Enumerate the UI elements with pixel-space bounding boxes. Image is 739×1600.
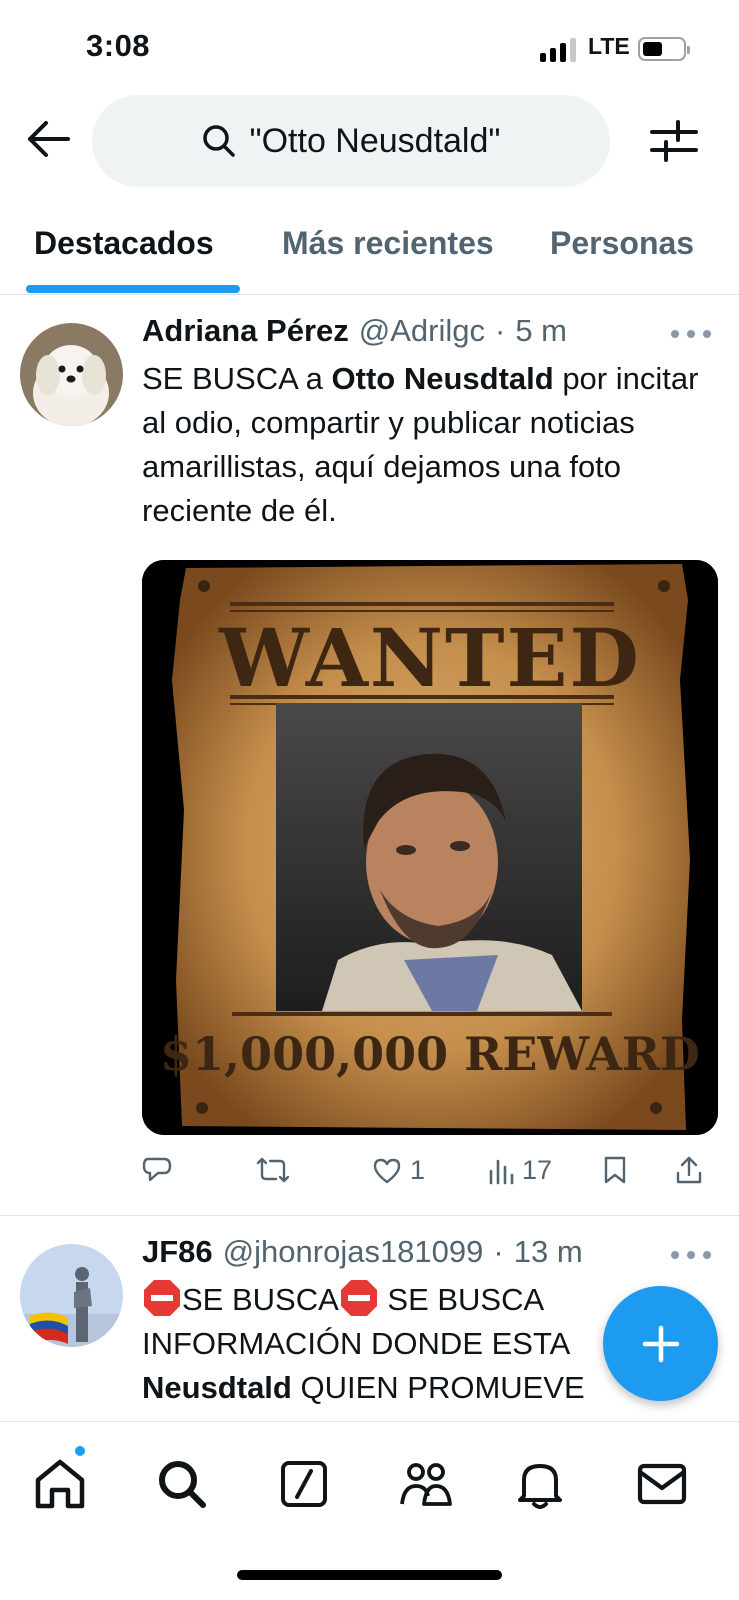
tweet-header: JF86 @jhonrojas181099 · 13 m bbox=[142, 1234, 583, 1270]
author-handle[interactable]: @jhonrojas181099 bbox=[223, 1234, 484, 1270]
tweet-time: 13 m bbox=[513, 1234, 583, 1269]
reply-button[interactable] bbox=[142, 1155, 172, 1185]
nav-messages[interactable] bbox=[632, 1454, 692, 1514]
search-icon bbox=[202, 125, 235, 157]
share-button[interactable] bbox=[674, 1155, 704, 1185]
more-dots-icon bbox=[671, 330, 679, 338]
bookmark-button[interactable] bbox=[602, 1155, 628, 1185]
home-notification-dot bbox=[73, 1444, 87, 1458]
back-button[interactable] bbox=[24, 115, 72, 163]
search-tabs: Destacados Más recientes Personas bbox=[0, 205, 739, 295]
tab-destacados[interactable]: Destacados bbox=[34, 225, 214, 262]
nav-grok[interactable] bbox=[274, 1454, 334, 1514]
like-count: 1 bbox=[410, 1155, 426, 1185]
tweet-actions: 1 17 bbox=[142, 1155, 732, 1195]
search-header: "Otto Neusdtald" bbox=[0, 90, 739, 190]
separator: · bbox=[495, 313, 506, 348]
more-dots-icon bbox=[671, 1251, 679, 1259]
nav-home[interactable] bbox=[30, 1454, 90, 1514]
view-count: 17 bbox=[522, 1155, 553, 1185]
tab-mas-recientes[interactable]: Más recientes bbox=[282, 225, 494, 262]
highlighted-term: Otto Neusdtald bbox=[331, 361, 554, 396]
tweet-time: 5 m bbox=[515, 313, 568, 348]
bottom-navigation bbox=[0, 1421, 739, 1600]
tweet[interactable]: Adriana Pérez @Adrilgc · 5 m SE BUSCA a … bbox=[0, 295, 739, 1215]
arrow-left-icon bbox=[28, 121, 70, 157]
tweet-header: Adriana Pérez @Adrilgc · 5 m bbox=[142, 313, 567, 349]
plus-icon bbox=[642, 1325, 679, 1362]
network-type: LTE bbox=[588, 33, 630, 59]
bookmark-icon bbox=[604, 1156, 626, 1184]
poster-headline: WANTED bbox=[218, 611, 641, 705]
reply-icon bbox=[142, 1157, 172, 1182]
mail-icon bbox=[637, 1463, 687, 1505]
status-time: 3:08 bbox=[86, 28, 151, 63]
search-query: "Otto Neusdtald" bbox=[249, 121, 501, 160]
poster-reward: $1,000,000 REWARD bbox=[160, 1027, 700, 1081]
author-name[interactable]: JF86 bbox=[142, 1234, 213, 1270]
communities-icon bbox=[400, 1463, 452, 1506]
tab-personas[interactable]: Personas bbox=[550, 225, 694, 262]
like-button[interactable]: 1 bbox=[372, 1155, 425, 1186]
tweet-text: SE BUSCA SE BUSCA INFORMACIÓN DONDE ESTA… bbox=[142, 1278, 612, 1421]
avatar[interactable] bbox=[20, 1244, 123, 1347]
separator: · bbox=[493, 1234, 504, 1269]
author-handle[interactable]: @Adrilgc bbox=[359, 313, 485, 349]
share-icon bbox=[676, 1156, 702, 1184]
more-options-button[interactable] bbox=[671, 1251, 711, 1261]
stop-sign-icon bbox=[144, 1280, 180, 1316]
heart-icon bbox=[373, 1158, 401, 1183]
nav-search[interactable] bbox=[152, 1454, 212, 1514]
status-bar: 3:08 LTE bbox=[0, 0, 739, 90]
cellular-signal-icon bbox=[540, 38, 578, 62]
bell-icon bbox=[518, 1464, 562, 1509]
search-icon bbox=[159, 1461, 206, 1508]
retweet-button[interactable] bbox=[256, 1155, 290, 1185]
highlighted-term: Neusdtald bbox=[142, 1370, 292, 1405]
search-input[interactable]: "Otto Neusdtald" bbox=[92, 95, 610, 187]
tweet-text: SE BUSCA a Otto Neusdtald por incitar al… bbox=[142, 361, 699, 528]
grok-icon bbox=[281, 1461, 327, 1507]
search-filter-button[interactable] bbox=[648, 118, 700, 164]
views-button[interactable]: 17 bbox=[488, 1155, 552, 1186]
avatar[interactable] bbox=[20, 323, 123, 426]
home-indicator bbox=[237, 1570, 502, 1580]
active-tab-indicator bbox=[26, 285, 240, 293]
sliders-icon bbox=[650, 120, 698, 162]
author-name[interactable]: Adriana Pérez bbox=[142, 313, 349, 349]
home-icon bbox=[35, 1459, 85, 1509]
tweet-image[interactable]: WANTED $1,000,000 REWARD bbox=[142, 560, 718, 1135]
compose-button[interactable] bbox=[603, 1286, 718, 1401]
stop-sign-icon bbox=[340, 1280, 377, 1316]
retweet-icon bbox=[256, 1157, 290, 1183]
nav-notifications[interactable] bbox=[510, 1454, 570, 1514]
nav-communities[interactable] bbox=[396, 1454, 456, 1514]
battery-icon bbox=[638, 37, 690, 61]
more-options-button[interactable] bbox=[671, 330, 711, 340]
views-icon bbox=[489, 1159, 514, 1184]
